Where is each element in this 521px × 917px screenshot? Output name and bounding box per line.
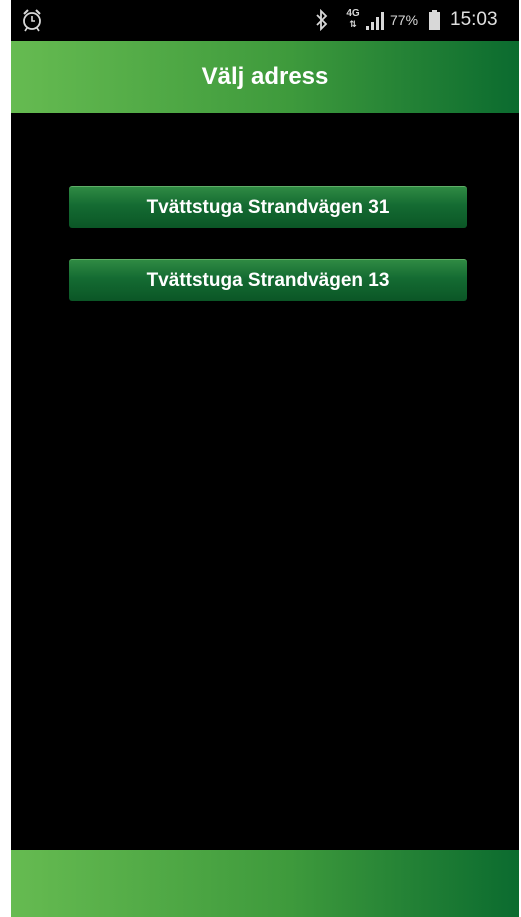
app-screen: 4G ⇅ 77% 15:03 Välj adress Tvättstuga St…	[11, 0, 519, 917]
page-title: Välj adress	[201, 63, 329, 90]
clock-time: 15:03	[450, 9, 498, 30]
status-bar: 4G ⇅ 77% 15:03	[11, 0, 519, 41]
app-footer	[11, 850, 519, 917]
alarm-clock-icon	[23, 9, 41, 32]
data-arrows-icon: ⇅	[349, 19, 357, 29]
network-type-label: 4G	[346, 8, 360, 19]
signal-strength-icon	[366, 12, 384, 30]
network-type-indicator: 4G ⇅	[345, 9, 361, 31]
battery-icon	[429, 10, 440, 30]
address-button-strandvagen-31[interactable]: Tvättstuga Strandvägen 31	[69, 186, 467, 228]
battery-percent: 77%	[390, 12, 419, 28]
app-header: Välj adress	[11, 41, 519, 113]
address-button-strandvagen-13[interactable]: Tvättstuga Strandvägen 13	[69, 259, 467, 301]
bluetooth-icon	[316, 9, 328, 31]
